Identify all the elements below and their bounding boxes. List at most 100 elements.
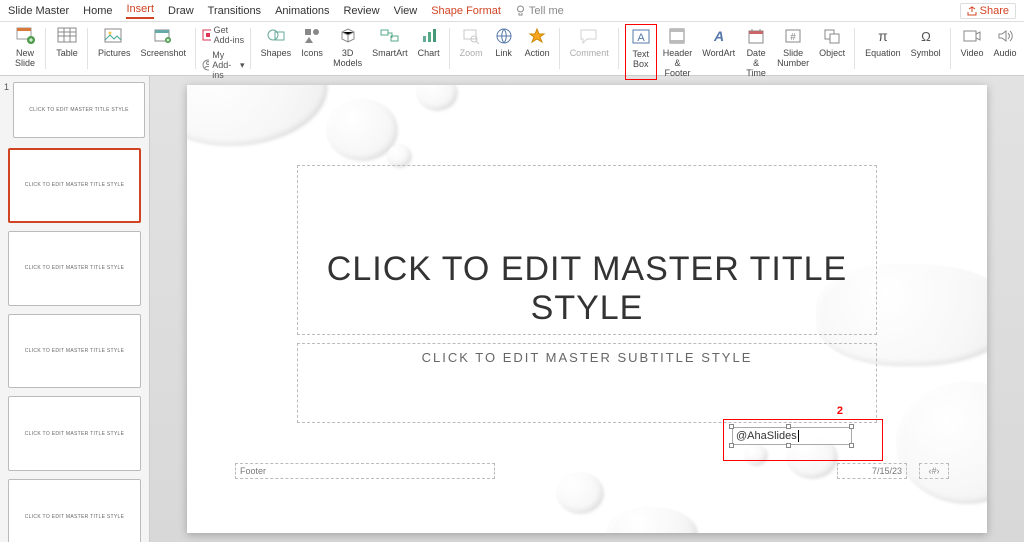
- droplet-decor: [387, 145, 411, 167]
- shapes-label: Shapes: [261, 48, 292, 58]
- pictures-label: Pictures: [98, 48, 131, 58]
- tab-view[interactable]: View: [394, 5, 418, 17]
- table-button[interactable]: Table: [52, 24, 82, 60]
- title-placeholder[interactable]: CLICK TO EDIT MASTER TITLE STYLE: [297, 165, 877, 335]
- link-button[interactable]: Link: [489, 24, 519, 60]
- object-button[interactable]: Object: [815, 24, 849, 80]
- icons-label: Icons: [301, 48, 323, 58]
- master-index: 1: [4, 82, 9, 92]
- header-footer-button[interactable]: Header &Footer: [659, 24, 697, 80]
- slidenum-placeholder[interactable]: ‹#›: [919, 463, 949, 479]
- share-icon: [967, 6, 977, 16]
- callout-2: 2: [837, 405, 843, 417]
- droplet-decor: [187, 85, 327, 145]
- app-root: Slide Master Home Insert Draw Transition…: [0, 0, 1024, 542]
- layout-thumbnail-4[interactable]: CLICK TO EDIT MASTER TITLE STYLE: [8, 396, 141, 471]
- bulb-icon: [515, 5, 526, 16]
- equation-label: Equation: [865, 48, 901, 58]
- link-label: Link: [495, 48, 512, 58]
- master-thumbnail[interactable]: CLICK TO EDIT MASTER TITLE STYLE: [13, 82, 145, 138]
- object-label: Object: [819, 48, 845, 58]
- action-button[interactable]: Action: [521, 24, 554, 60]
- 3d-models-label: 3DModels: [333, 48, 362, 68]
- text-cursor: [798, 430, 799, 442]
- get-addins-button[interactable]: Get Add-ins: [202, 25, 245, 45]
- droplet-decor: [417, 85, 457, 110]
- tell-me-label: Tell me: [529, 5, 564, 17]
- new-slide-button[interactable]: NewSlide: [10, 24, 40, 70]
- droplet-decor: [607, 508, 697, 533]
- slide-number-button[interactable]: # SlideNumber: [773, 24, 813, 80]
- droplet-decor: [897, 383, 987, 503]
- header-footer-label: Header &Footer: [663, 48, 693, 78]
- tab-review[interactable]: Review: [343, 5, 379, 17]
- workspace: 1 CLICK TO EDIT MASTER TITLE STYLE CLICK…: [0, 76, 1024, 542]
- slide-number-label: SlideNumber: [777, 48, 809, 68]
- wordart-label: WordArt: [702, 48, 735, 58]
- symbol-label: Symbol: [911, 48, 941, 58]
- share-button[interactable]: Share: [960, 3, 1016, 19]
- chart-button[interactable]: Chart: [414, 24, 444, 70]
- smartart-label: SmartArt: [372, 48, 408, 58]
- screenshot-label: Screenshot: [141, 48, 187, 58]
- audio-label: Audio: [994, 48, 1017, 58]
- zoom-button[interactable]: Zoom: [456, 24, 487, 60]
- new-slide-label: NewSlide: [15, 48, 35, 68]
- equation-button[interactable]: π Equation: [861, 24, 905, 60]
- tab-animations[interactable]: Animations: [275, 5, 329, 17]
- textbox-label: TextBox: [632, 49, 649, 69]
- layout-thumbnail-5[interactable]: CLICK TO EDIT MASTER TITLE STYLE: [8, 479, 141, 542]
- layout-thumbnail-3[interactable]: CLICK TO EDIT MASTER TITLE STYLE: [8, 314, 141, 389]
- slide[interactable]: CLICK TO EDIT MASTER TITLE STYLE CLICK T…: [187, 85, 987, 533]
- menu-bar: Slide Master Home Insert Draw Transition…: [0, 0, 1024, 22]
- share-label: Share: [980, 5, 1009, 17]
- subtitle-placeholder[interactable]: CLICK TO EDIT MASTER SUBTITLE STYLE: [297, 343, 877, 423]
- svg-text:π: π: [878, 28, 888, 44]
- 3d-models-button[interactable]: 3DModels: [329, 24, 366, 70]
- get-addins-label: Get Add-ins: [214, 25, 245, 45]
- title-text: CLICK TO EDIT MASTER TITLE STYLE: [298, 250, 876, 334]
- tab-home[interactable]: Home: [83, 5, 112, 17]
- video-button[interactable]: Video: [957, 24, 988, 60]
- droplet-decor: [327, 100, 397, 160]
- layout-thumbnail-2[interactable]: CLICK TO EDIT MASTER TITLE STYLE: [8, 231, 141, 306]
- tab-slide-master[interactable]: Slide Master: [8, 5, 69, 17]
- tab-shape-format[interactable]: Shape Format: [431, 5, 501, 17]
- video-label: Video: [961, 48, 984, 58]
- layout-thumbnail-1[interactable]: CLICK TO EDIT MASTER TITLE STYLE: [8, 148, 141, 223]
- smartart-button[interactable]: SmartArt: [368, 24, 412, 70]
- thumbnail-panel[interactable]: 1 CLICK TO EDIT MASTER TITLE STYLE CLICK…: [0, 76, 150, 542]
- ribbon: NewSlide Table Pictures Screenshot Get A…: [0, 22, 1024, 76]
- canvas[interactable]: 1 CLICK TO EDIT MASTER TITLE STYLE CLICK…: [150, 76, 1024, 542]
- svg-text:A: A: [713, 28, 724, 44]
- textbox-button[interactable]: A TextBox: [625, 24, 657, 80]
- myaddins-icon: [202, 59, 209, 71]
- svg-text:#: #: [790, 32, 796, 43]
- symbol-button[interactable]: ΩSymbol: [907, 24, 945, 60]
- table-label: Table: [56, 48, 78, 58]
- tab-insert[interactable]: Insert: [126, 3, 154, 19]
- comment-label: Comment: [570, 48, 609, 58]
- droplet-decor: [557, 473, 603, 513]
- comment-button[interactable]: Comment: [566, 24, 613, 60]
- screenshot-button[interactable]: Screenshot: [137, 24, 191, 60]
- addins-icon: [202, 29, 211, 41]
- inserted-textbox[interactable]: @AhaSlides: [723, 419, 883, 461]
- action-label: Action: [525, 48, 550, 58]
- wordart-button[interactable]: A WordArt: [698, 24, 739, 80]
- tab-transitions[interactable]: Transitions: [208, 5, 261, 17]
- date-placeholder[interactable]: 7/15/23: [837, 463, 907, 479]
- subtitle-text: CLICK TO EDIT MASTER SUBTITLE STYLE: [422, 350, 753, 365]
- shapes-button[interactable]: Shapes: [257, 24, 296, 70]
- textbox-text: @AhaSlides: [736, 430, 797, 442]
- icons-button[interactable]: Icons: [297, 24, 327, 70]
- date-time-button[interactable]: Date &Time: [741, 24, 771, 80]
- tell-me[interactable]: Tell me: [515, 5, 564, 17]
- footer-placeholder[interactable]: Footer: [235, 463, 495, 479]
- textbox-content[interactable]: @AhaSlides: [732, 427, 852, 445]
- audio-button[interactable]: Audio: [990, 24, 1021, 60]
- pictures-button[interactable]: Pictures: [94, 24, 135, 60]
- svg-text:A: A: [637, 32, 645, 44]
- tab-draw[interactable]: Draw: [168, 5, 194, 17]
- date-time-label: Date &Time: [745, 48, 767, 78]
